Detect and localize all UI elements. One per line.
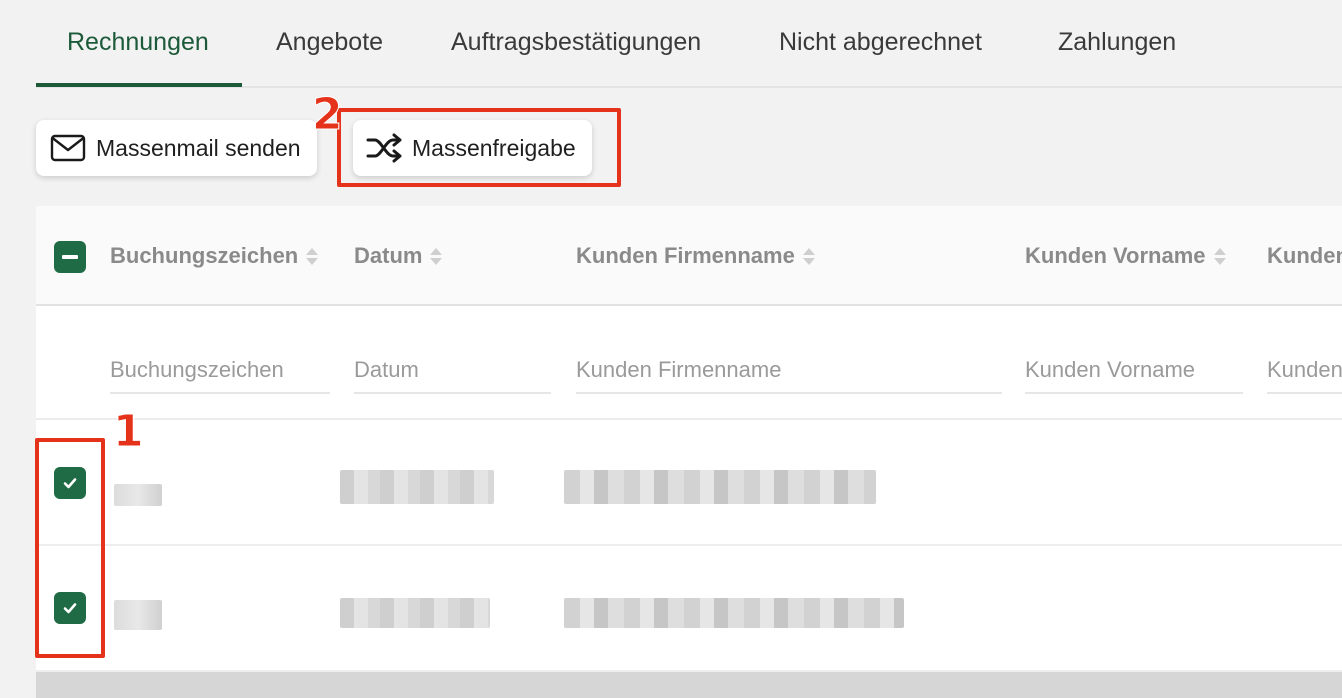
- filter-datum-input[interactable]: [354, 348, 551, 394]
- tab-bar: Rechnungen Angebote Auftragsbestätigunge…: [36, 0, 1342, 88]
- redacted-cell: [564, 470, 876, 504]
- tab-angebote[interactable]: Angebote: [276, 28, 383, 57]
- check-icon: [63, 478, 77, 489]
- annotation-number: 2: [312, 89, 344, 140]
- sort-icon: [802, 247, 815, 265]
- tab-nicht-abgerechnet[interactable]: Nicht abgerechnet: [779, 28, 982, 57]
- column-header-kunden[interactable]: Kunden: [1267, 243, 1342, 269]
- table-footer: [36, 672, 1342, 698]
- tab-auftragsbestaetigungen[interactable]: Auftragsbestätigungen: [451, 28, 701, 57]
- annotation-number: 1: [113, 406, 145, 457]
- mass-mail-button[interactable]: Massenmail senden: [36, 120, 317, 176]
- check-icon: [63, 603, 77, 614]
- envelope-icon: [50, 134, 86, 162]
- redacted-cell: [564, 598, 904, 628]
- filter-buchungszeichen-input[interactable]: [110, 348, 330, 394]
- invoice-table: Buchungszeichen Datum Kunden Firmenname …: [36, 206, 1342, 672]
- redacted-cell: [114, 600, 162, 630]
- redacted-cell: [114, 484, 162, 506]
- mass-mail-label: Massenmail senden: [96, 134, 301, 161]
- redacted-cell: [340, 598, 490, 628]
- column-header-buchungszeichen[interactable]: Buchungszeichen: [110, 243, 319, 269]
- filter-kunden-vorname-input[interactable]: [1025, 348, 1243, 394]
- row-checkbox[interactable]: [54, 592, 86, 624]
- active-tab-indicator: [36, 83, 242, 87]
- select-all-checkbox[interactable]: [54, 241, 86, 273]
- filter-kunden-firmenname-input[interactable]: [576, 348, 1002, 394]
- redacted-cell: [340, 470, 494, 504]
- table-row[interactable]: [36, 548, 1342, 672]
- sort-icon: [430, 247, 443, 265]
- table-row[interactable]: [36, 422, 1342, 546]
- tab-zahlungen[interactable]: Zahlungen: [1058, 28, 1176, 57]
- mass-release-button[interactable]: Massenfreigabe: [353, 120, 592, 176]
- column-header-kunden-firmenname[interactable]: Kunden Firmenname: [576, 243, 815, 269]
- column-header-kunden-vorname[interactable]: Kunden Vorname: [1025, 243, 1226, 269]
- sort-icon: [306, 247, 319, 265]
- shuffle-icon: [366, 133, 404, 163]
- minus-icon: [62, 255, 78, 259]
- column-header-datum[interactable]: Datum: [354, 243, 443, 269]
- mass-release-label: Massenfreigabe: [412, 134, 576, 161]
- filter-row: [36, 308, 1342, 420]
- tab-rechnungen[interactable]: Rechnungen: [67, 28, 209, 57]
- sort-icon: [1213, 247, 1226, 265]
- filter-kunden-input[interactable]: [1267, 348, 1342, 394]
- table-header: Buchungszeichen Datum Kunden Firmenname …: [36, 206, 1342, 306]
- row-checkbox[interactable]: [54, 467, 86, 499]
